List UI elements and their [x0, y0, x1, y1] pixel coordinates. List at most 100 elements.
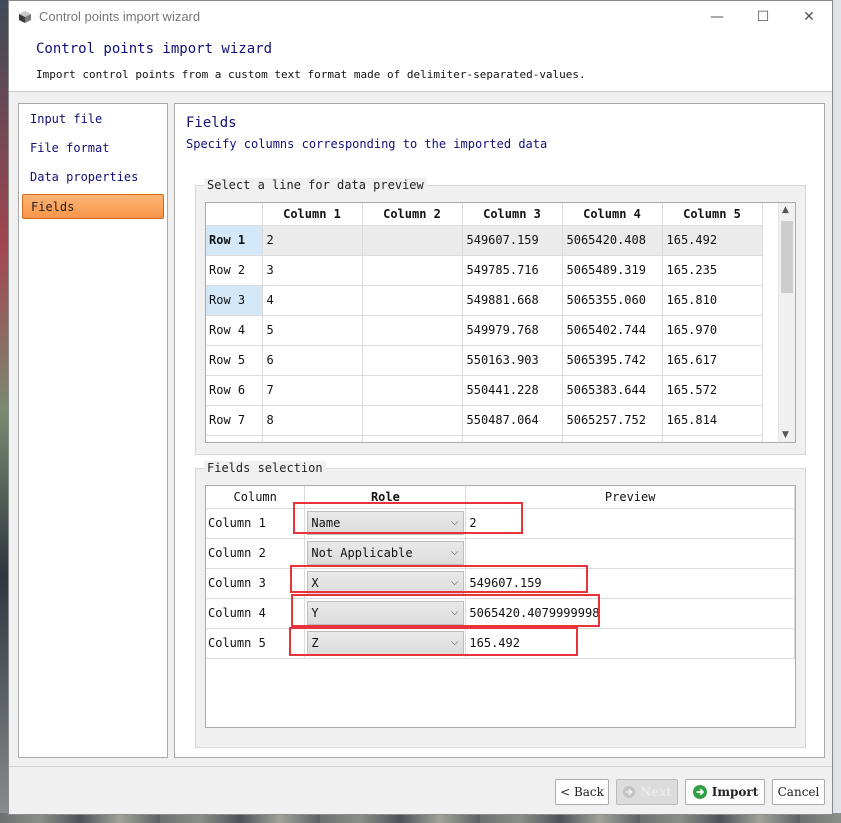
minimize-button[interactable]: —	[694, 1, 740, 32]
table-cell[interactable]: 165.970	[662, 315, 763, 346]
table-row[interactable]: Row 2 3 549785.716 5065489.319 165.235	[206, 255, 763, 286]
field-preview-value: 165.492	[465, 628, 795, 659]
table-cell[interactable]: 5065489.319	[562, 255, 663, 286]
arrow-right-circle-icon	[692, 784, 708, 800]
sidebar-item-file-format[interactable]: File format	[22, 136, 164, 161]
table-cell[interactable]	[362, 315, 463, 346]
sidebar-item-fields[interactable]: Fields	[22, 194, 164, 219]
row-header[interactable]: Row 7	[206, 405, 263, 436]
table-cell[interactable]: 165.617	[662, 345, 763, 376]
column-header[interactable]: Column 5	[662, 203, 763, 226]
table-cell[interactable]	[362, 405, 463, 436]
role-select[interactable]: Z ⌵	[307, 631, 465, 655]
column-header[interactable]: Column 2	[362, 203, 463, 226]
field-column-name: Column 2	[206, 538, 306, 569]
back-button-label: < Back	[560, 785, 604, 799]
row-header[interactable]: Row 5	[206, 345, 263, 376]
column-header[interactable]: Column 4	[562, 203, 663, 226]
data-preview-group: Select a line for data preview Column 1 …	[195, 178, 806, 455]
field-column-name: Column 5	[206, 628, 306, 659]
table-cell[interactable]: 165.814	[662, 405, 763, 436]
table-cell[interactable]	[362, 225, 463, 256]
table-row[interactable]: Row 6 7 550441.228 5065383.644 165.572	[206, 375, 763, 406]
chevron-down-icon: ⌵	[450, 607, 459, 618]
field-row: Column 3 X ⌵ 549607.159	[206, 568, 795, 599]
next-button[interactable]: Next	[616, 779, 678, 805]
column-header[interactable]: Column 1	[262, 203, 363, 226]
cancel-button[interactable]: Cancel	[772, 779, 825, 805]
sidebar-item-data-properties[interactable]: Data properties	[22, 165, 164, 190]
sidebar-item-input-file[interactable]: Input file	[22, 107, 164, 132]
table-cell[interactable]: 165.810	[662, 285, 763, 316]
maximize-button[interactable]: ☐	[740, 1, 786, 32]
table-cell[interactable]: 5065395.742	[562, 345, 663, 376]
table-cell[interactable]: 5	[262, 315, 363, 346]
table-cell[interactable]: 8	[262, 405, 363, 436]
field-row: Column 2 Not Applicable ⌵	[206, 538, 795, 569]
import-button-label: Import	[711, 785, 759, 799]
table-cell[interactable]: 6	[262, 345, 363, 376]
table-cell[interactable]: 550441.228	[462, 375, 563, 406]
table-cell[interactable]: 5065383.644	[562, 375, 663, 406]
table-row[interactable]: Row 1 2 549607.159 5065420.408 165.492	[206, 225, 763, 256]
table-cell[interactable]: 549881.668	[462, 285, 563, 316]
table-cell[interactable]: 5065257.752	[562, 405, 663, 436]
table-cell[interactable]: 550163.903	[462, 345, 563, 376]
row-header[interactable]: Row 6	[206, 375, 263, 406]
table-cell[interactable]: 165.492	[662, 225, 763, 256]
data-preview-group-label: Select a line for data preview	[204, 178, 427, 192]
role-select[interactable]: Y ⌵	[307, 601, 465, 625]
role-select[interactable]: Not Applicable ⌵	[307, 541, 465, 565]
row-header[interactable]: Row 2	[206, 255, 263, 286]
table-cell[interactable]: 549979.768	[462, 315, 563, 346]
page-title: Fields	[186, 115, 237, 131]
back-button[interactable]: < Back	[555, 779, 609, 805]
wizard-steps-sidebar: Input file File format Data properties F…	[18, 103, 168, 758]
table-cell[interactable]: 165.235	[662, 255, 763, 286]
table-row[interactable]: Row 7 8 550487.064 5065257.752 165.814	[206, 405, 763, 436]
close-button[interactable]: ✕	[786, 1, 832, 32]
table-cell[interactable]: 2	[262, 225, 363, 256]
next-button-label: Next	[640, 785, 672, 799]
table-cell[interactable]	[362, 285, 463, 316]
role-select-value: Z	[311, 636, 319, 650]
row-header[interactable]: Row 3	[206, 285, 263, 316]
role-select-value: Not Applicable	[311, 546, 413, 560]
table-cell[interactable]: 549785.716	[462, 255, 563, 286]
corner-header-cell	[206, 203, 263, 226]
table-cell[interactable]	[362, 255, 463, 286]
role-select[interactable]: Name ⌵	[307, 511, 465, 535]
table-row[interactable]: Row 4 5 549979.768 5065402.744 165.970	[206, 315, 763, 346]
field-column-name: Column 3	[206, 568, 306, 599]
import-button[interactable]: Import	[685, 779, 765, 805]
row-header[interactable]: Row 1	[206, 225, 263, 256]
table-cell[interactable]: 7	[262, 375, 363, 406]
data-preview-table[interactable]: Column 1 Column 2 Column 3 Column 4 Colu…	[205, 202, 796, 443]
table-cell[interactable]	[362, 375, 463, 406]
table-cell[interactable]: 3	[262, 255, 363, 286]
table-cell[interactable]	[362, 345, 463, 376]
table-cell[interactable]: 550487.064	[462, 405, 563, 436]
header-subtitle: Import control points from a custom text…	[36, 68, 586, 81]
title-bar[interactable]: Control points import wizard — ☐ ✕	[9, 1, 832, 32]
column-header[interactable]: Column 3	[462, 203, 563, 226]
role-select-value: Y	[311, 606, 319, 620]
wizard-header: Control points import wizard Import cont…	[9, 32, 832, 92]
row-header[interactable]: Row 4	[206, 315, 263, 346]
preview-scrollbar[interactable]: ▲ ▼	[778, 203, 795, 442]
table-row-partial[interactable]	[206, 435, 763, 442]
scroll-up-arrow-icon[interactable]: ▲	[782, 205, 789, 215]
role-select[interactable]: X ⌵	[307, 571, 465, 595]
table-cell[interactable]: 165.572	[662, 375, 763, 406]
scrollbar-thumb[interactable]	[781, 221, 793, 293]
table-row[interactable]: Row 5 6 550163.903 5065395.742 165.617	[206, 345, 763, 376]
table-row[interactable]: Row 3 4 549881.668 5065355.060 165.810	[206, 285, 763, 316]
table-cell[interactable]: 5065355.060	[562, 285, 663, 316]
footer-separator	[9, 766, 832, 767]
table-cell[interactable]: 4	[262, 285, 363, 316]
field-column-name: Column 1	[206, 508, 306, 539]
scroll-down-arrow-icon[interactable]: ▼	[782, 430, 789, 440]
table-cell[interactable]: 5065402.744	[562, 315, 663, 346]
table-cell[interactable]: 549607.159	[462, 225, 563, 256]
table-cell[interactable]: 5065420.408	[562, 225, 663, 256]
